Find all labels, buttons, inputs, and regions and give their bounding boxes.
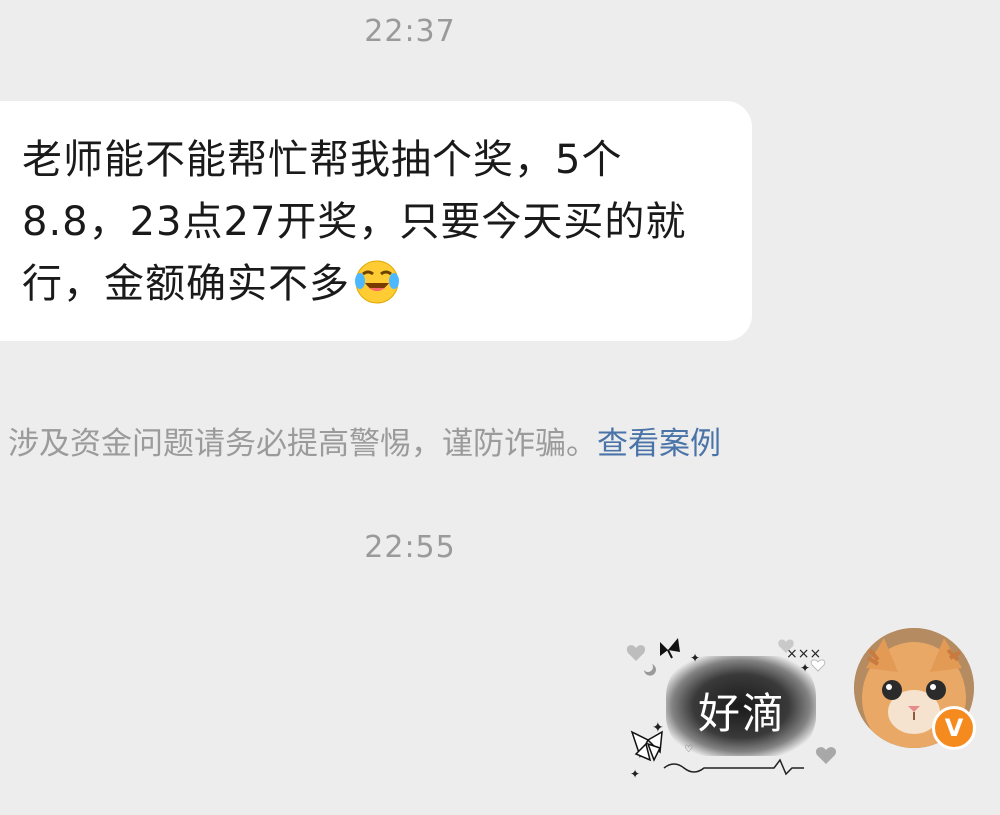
verified-badge: V	[932, 706, 976, 750]
outgoing-sticker[interactable]: ✦ ××× ✦ ✦ ♡ ✦ 好滴	[622, 632, 842, 782]
svg-text:✦: ✦	[630, 767, 640, 781]
sticker-text: 好滴	[697, 689, 786, 738]
svg-text:♡: ♡	[684, 744, 693, 755]
timestamp: 22:37	[364, 14, 456, 49]
timestamp: 22:55	[364, 530, 456, 565]
svg-text:✦: ✦	[690, 651, 700, 665]
laughing-crying-emoji-icon	[354, 259, 400, 305]
warning-text: 涉及资金问题请务必提高警惕，谨防诈骗。	[8, 426, 597, 462]
view-cases-link[interactable]: 查看案例	[597, 426, 721, 462]
svg-text:✦: ✦	[800, 661, 810, 675]
incoming-message-bubble[interactable]: 老师能不能帮忙帮我抽个奖，5个8.8，23点27开奖，只要今天买的就行，金额确实…	[0, 101, 752, 341]
security-warning: 涉及资金问题请务必提高警惕，谨防诈骗。查看案例	[8, 418, 721, 463]
